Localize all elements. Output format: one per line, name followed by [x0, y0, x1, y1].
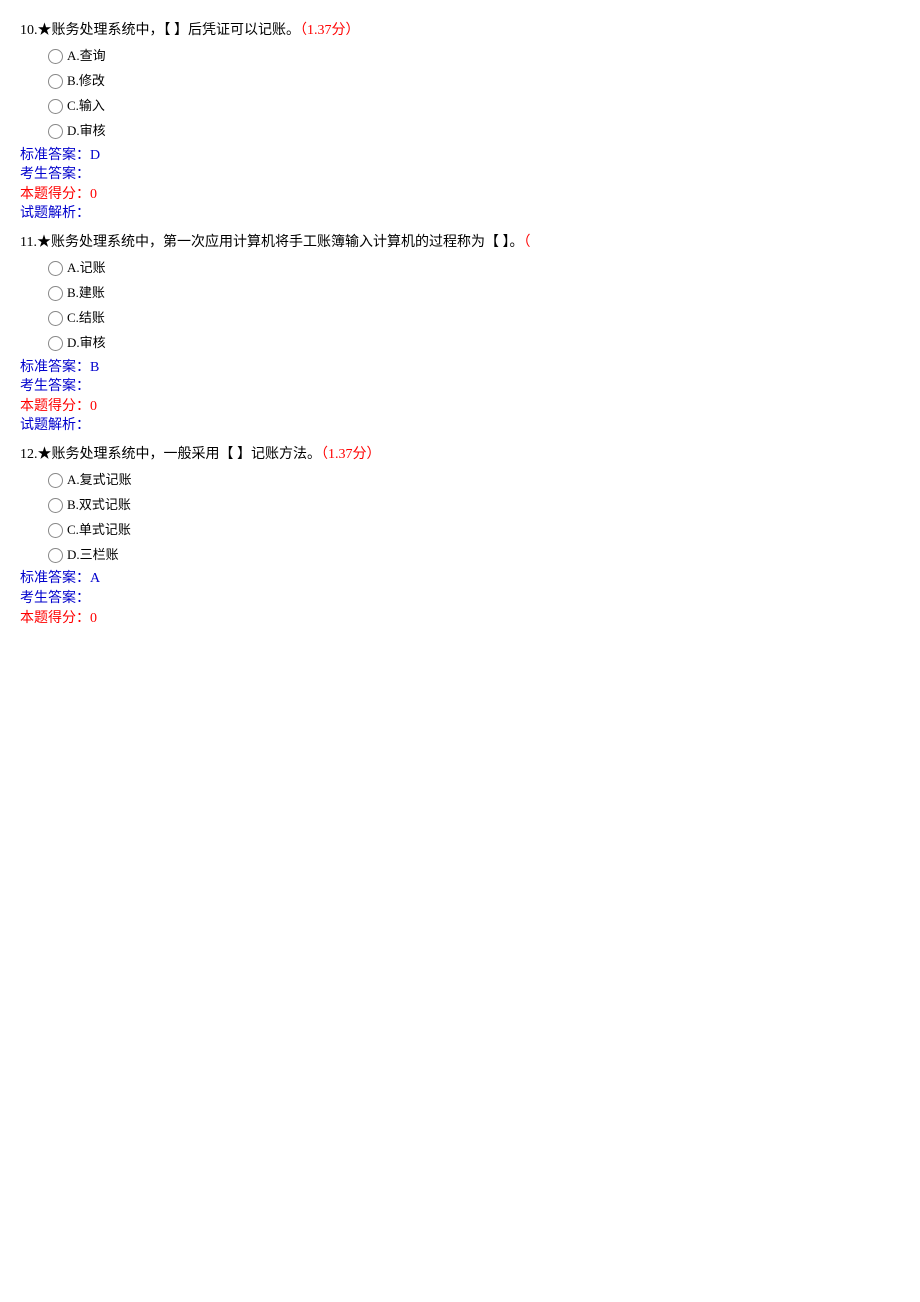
- question-score: （1.37分）: [321, 447, 381, 462]
- options-list: A.记账 B.建账 C.结账 D.审核: [20, 258, 900, 353]
- options-list: A.复式记账 B.双式记账 C.单式记账 D.三栏账: [20, 470, 900, 565]
- question-number: 10.: [20, 23, 38, 38]
- student-answer: 考生答案：: [20, 377, 900, 397]
- radio-icon: [48, 286, 63, 301]
- radio-icon: [48, 523, 63, 538]
- option-c[interactable]: C.结账: [48, 308, 900, 329]
- standard-answer: 标准答案：A: [20, 569, 900, 589]
- option-d[interactable]: D.三栏账: [48, 545, 900, 566]
- option-label: C.输入: [67, 96, 105, 117]
- answer-section: 标准答案：B 考生答案： 本题得分：0 试题解析：: [20, 358, 900, 436]
- option-b[interactable]: B.双式记账: [48, 495, 900, 516]
- standard-answer: 标准答案：D: [20, 146, 900, 166]
- option-b[interactable]: B.建账: [48, 283, 900, 304]
- question-score: （1.37分）: [300, 23, 360, 38]
- radio-icon: [48, 311, 63, 326]
- radio-icon: [48, 124, 63, 139]
- question-header: 10.★账务处理系统中，【 】后凭证可以记账。（1.37分）: [20, 20, 900, 42]
- option-a[interactable]: A.记账: [48, 258, 900, 279]
- option-b[interactable]: B.修改: [48, 71, 900, 92]
- question-number: 11.: [20, 235, 37, 250]
- option-d[interactable]: D.审核: [48, 333, 900, 354]
- radio-icon: [48, 336, 63, 351]
- option-label: D.审核: [67, 121, 106, 142]
- question-score-earned: 本题得分：0: [20, 609, 900, 629]
- question-score-earned: 本题得分：0: [20, 397, 900, 417]
- option-label: A.复式记账: [67, 470, 132, 491]
- question-text: 账务处理系统中，一般采用【 】记账方法。: [52, 447, 322, 462]
- answer-section: 标准答案：D 考生答案： 本题得分：0 试题解析：: [20, 146, 900, 224]
- question-analysis: 试题解析：: [20, 416, 900, 436]
- option-a[interactable]: A.查询: [48, 46, 900, 67]
- option-label: A.查询: [67, 46, 106, 67]
- question-analysis: 试题解析：: [20, 204, 900, 224]
- question-text: 账务处理系统中，第一次应用计算机将手工账簿输入计算机的过程称为【 】。: [51, 235, 524, 250]
- student-answer: 考生答案：: [20, 165, 900, 185]
- option-label: D.审核: [67, 333, 106, 354]
- option-label: B.修改: [67, 71, 105, 92]
- option-c[interactable]: C.输入: [48, 96, 900, 117]
- option-c[interactable]: C.单式记账: [48, 520, 900, 541]
- question-text: 账务处理系统中，【 】后凭证可以记账。: [52, 23, 301, 38]
- option-d[interactable]: D.审核: [48, 121, 900, 142]
- question-score-earned: 本题得分：0: [20, 185, 900, 205]
- radio-icon: [48, 548, 63, 563]
- quiz-container: 10.★账务处理系统中，【 】后凭证可以记账。（1.37分） A.查询 B.修改…: [20, 20, 900, 628]
- radio-icon: [48, 49, 63, 64]
- question-number: 12.: [20, 447, 38, 462]
- option-label: D.三栏账: [67, 545, 119, 566]
- radio-icon: [48, 498, 63, 513]
- question-star: ★: [37, 235, 51, 250]
- standard-answer: 标准答案：B: [20, 358, 900, 378]
- radio-icon: [48, 473, 63, 488]
- option-label: C.结账: [67, 308, 105, 329]
- question-score: （: [523, 235, 530, 250]
- question-10: 10.★账务处理系统中，【 】后凭证可以记账。（1.37分） A.查询 B.修改…: [20, 20, 900, 224]
- question-header: 11.★账务处理系统中，第一次应用计算机将手工账簿输入计算机的过程称为【 】。（: [20, 232, 900, 254]
- question-star: ★: [38, 447, 52, 462]
- question-star: ★: [38, 23, 52, 38]
- option-label: B.建账: [67, 283, 105, 304]
- question-11: 11.★账务处理系统中，第一次应用计算机将手工账簿输入计算机的过程称为【 】。（…: [20, 232, 900, 436]
- option-label: C.单式记账: [67, 520, 131, 541]
- question-12: 12.★账务处理系统中，一般采用【 】记账方法。（1.37分） A.复式记账 B…: [20, 444, 900, 628]
- student-answer: 考生答案：: [20, 589, 900, 609]
- option-label: A.记账: [67, 258, 106, 279]
- options-list: A.查询 B.修改 C.输入 D.审核: [20, 46, 900, 141]
- radio-icon: [48, 261, 63, 276]
- question-header: 12.★账务处理系统中，一般采用【 】记账方法。（1.37分）: [20, 444, 900, 466]
- answer-section: 标准答案：A 考生答案： 本题得分：0: [20, 569, 900, 628]
- option-a[interactable]: A.复式记账: [48, 470, 900, 491]
- option-label: B.双式记账: [67, 495, 131, 516]
- radio-icon: [48, 74, 63, 89]
- radio-icon: [48, 99, 63, 114]
